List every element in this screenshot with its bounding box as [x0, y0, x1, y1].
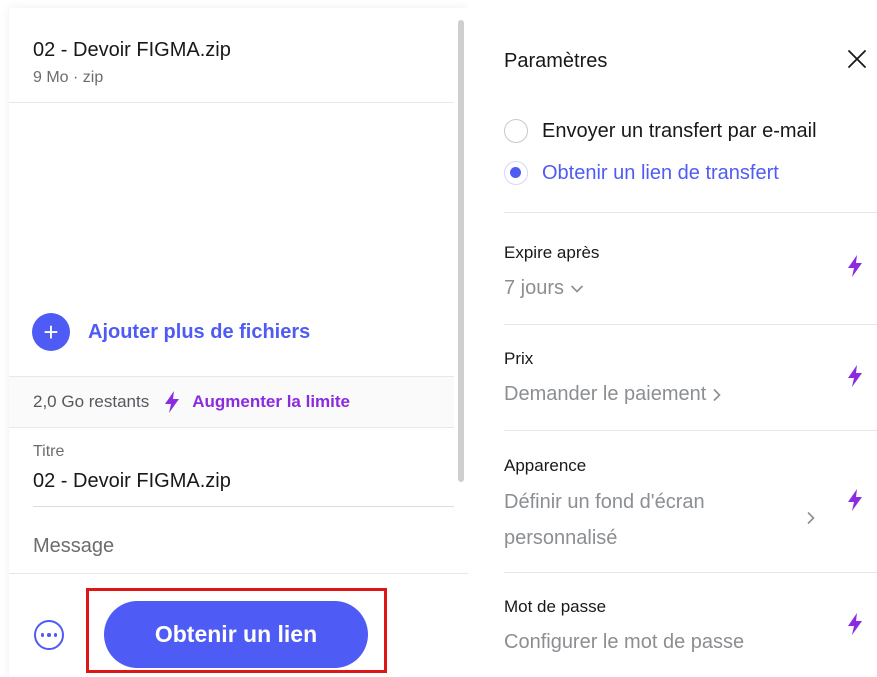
settings-title: Paramètres: [504, 50, 608, 72]
close-icon[interactable]: [846, 48, 868, 70]
radio-button[interactable]: [504, 119, 528, 143]
lightning-bolt-icon: [848, 613, 862, 635]
setting-value: Configurer le mot de passe: [504, 631, 745, 653]
setting-value: Demander le paiement: [504, 383, 707, 405]
chevron-right-icon: [713, 388, 721, 401]
setting-value: 7 jours: [504, 277, 565, 299]
setting-label: Mot de passe: [504, 597, 607, 616]
lightning-bolt-icon: [848, 365, 862, 387]
get-link-button[interactable]: Obtenir un lien: [104, 601, 368, 668]
more-dots-icon: [40, 633, 45, 637]
setting-label: Expire après: [504, 243, 600, 262]
storage-remaining: 2,0 Go restants: [33, 392, 150, 411]
file-item[interactable]: 02 - Devoir FIGMA.zip 9 Mo · zip: [9, 8, 454, 103]
setting-label: Apparence: [504, 456, 587, 475]
scrollbar[interactable]: [458, 20, 464, 482]
option-send-email[interactable]: Envoyer un transfert par e-mail: [504, 119, 817, 143]
chevron-right-icon: [807, 511, 815, 525]
upload-footer: Obtenir un lien: [9, 573, 468, 677]
settings-panel: Paramètres Envoyer un transfert par e-ma…: [468, 0, 877, 677]
setting-price[interactable]: Prix Demander le paiement: [504, 325, 877, 430]
setting-expire-after[interactable]: Expire après 7 jours: [504, 213, 877, 323]
lightning-bolt-icon: [848, 489, 862, 511]
expire-dropdown[interactable]: 7 jours: [504, 277, 584, 300]
option-get-link[interactable]: Obtenir un lien de transfert: [504, 161, 779, 185]
title-value[interactable]: 02 - Devoir FIGMA.zip: [33, 470, 231, 493]
option-label: Envoyer un transfert par e-mail: [542, 119, 817, 142]
add-files-button[interactable]: + Ajouter plus de fichiers: [32, 313, 310, 351]
file-name: 02 - Devoir FIGMA.zip: [33, 39, 231, 61]
setting-value: Définir un fond d'écran: [504, 491, 705, 513]
setting-appearance[interactable]: Apparence Définir un fond d'écran person…: [504, 431, 877, 572]
increase-limit-link[interactable]: Augmenter la limite: [192, 392, 350, 412]
radio-button-selected[interactable]: [504, 161, 528, 185]
message-field[interactable]: Message: [33, 507, 454, 573]
option-label: Obtenir un lien de transfert: [542, 161, 779, 184]
chevron-down-icon: [570, 285, 583, 293]
setting-label: Prix: [504, 349, 534, 368]
setting-password[interactable]: Mot de passe Configurer le mot de passe: [504, 573, 877, 677]
lightning-bolt-icon: [848, 255, 862, 277]
title-label: Titre: [33, 443, 65, 460]
message-placeholder: Message: [33, 535, 115, 557]
upload-panel: 02 - Devoir FIGMA.zip 9 Mo · zip + Ajout…: [9, 8, 468, 677]
more-options-button[interactable]: [34, 620, 64, 650]
setting-value: personnalisé: [504, 527, 618, 549]
title-field[interactable]: Titre 02 - Devoir FIGMA.zip: [33, 426, 454, 507]
add-files-label: Ajouter plus de fichiers: [88, 320, 311, 343]
lightning-bolt-icon: [165, 391, 180, 413]
file-meta: 9 Mo · zip: [33, 69, 104, 86]
storage-quota-bar: 2,0 Go restants Augmenter la limite: [9, 376, 454, 428]
plus-icon: +: [32, 313, 70, 351]
